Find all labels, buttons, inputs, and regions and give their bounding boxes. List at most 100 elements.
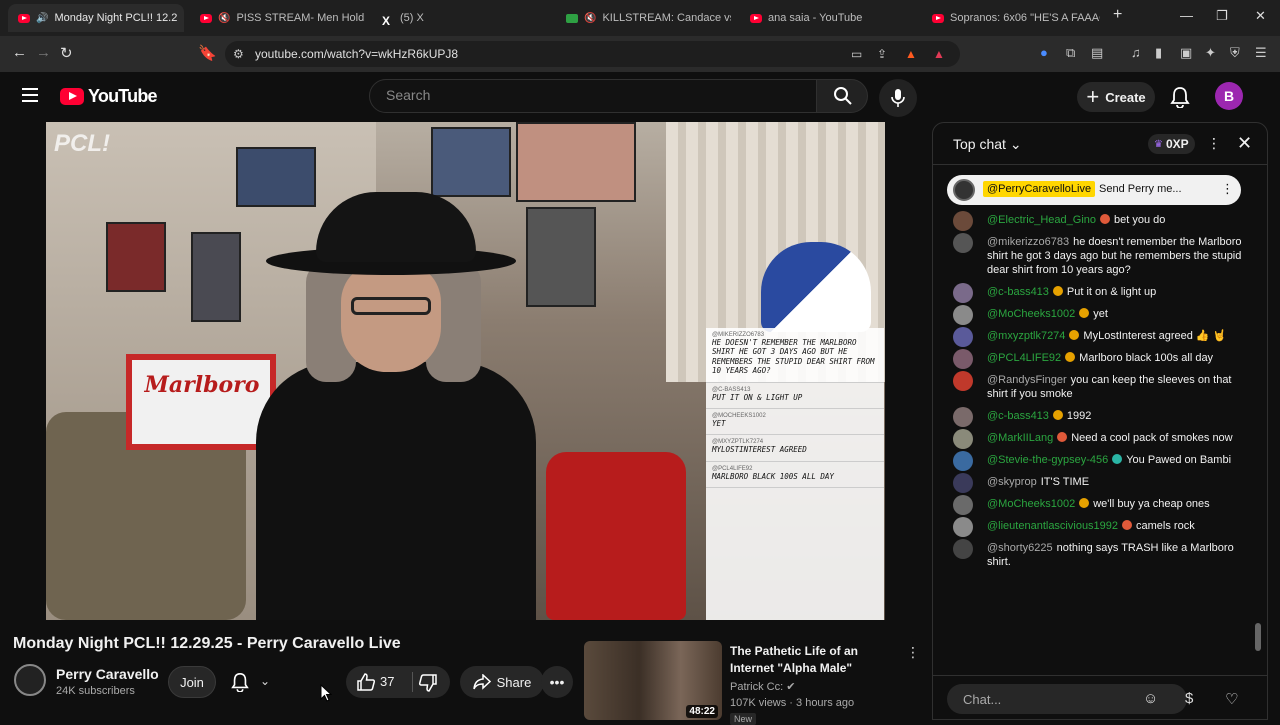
site-info-icon[interactable]: ⚙ [233,47,244,61]
new-tab-icon[interactable]: + [1113,6,1122,24]
chat-avatar[interactable] [953,517,973,537]
video-player[interactable]: Marlboro PCL! @MIKERIZZO6783 HE DOESN'T … [46,122,885,620]
chat-username[interactable]: @RandysFinger [987,374,1067,386]
chat-username[interactable]: @Electric_Head_Gino [987,214,1096,226]
more-vertical-icon[interactable]: ⋮ [906,644,920,661]
chat-avatar[interactable] [953,495,973,515]
overlay-text: PUT IT ON & LIGHT UP [712,392,803,402]
youtube-logo[interactable]: YouTube [60,86,158,107]
speaker-icon: 🔊 [36,12,49,24]
like-count: 37 [380,674,395,689]
share-page-icon[interactable]: ⇪ [877,47,887,61]
xp-badge[interactable]: ♛ 0XP [1148,134,1195,154]
search-button[interactable] [816,79,868,113]
tab-sopranos[interactable]: Sopranos: 6x06 "HE'S A FAAAG [922,4,1100,32]
url-text[interactable]: youtube.com/watch?v=wkHzR6kUPJ8 [255,47,458,61]
chat-username[interactable]: @mikerizzo6783 [987,236,1069,248]
chat-username[interactable]: @MoCheeks1002 [987,498,1075,510]
pinned-username: @PerryCaravelloLive [983,181,1096,197]
brave-rewards-icon[interactable]: ▲ [933,47,945,61]
chat-avatar[interactable] [953,451,973,471]
brave-shield-icon[interactable]: ▲ [905,47,917,61]
chat-avatar[interactable] [953,349,973,369]
chat-username[interactable]: @shorty6225 [987,542,1053,554]
chat-username[interactable]: @PCL4LIFE92 [987,352,1061,364]
pinned-more-icon[interactable]: ⋮ [1221,181,1234,197]
sidebar-icon[interactable]: ▮ [1155,45,1162,61]
menu-icon[interactable]: ☰ [1255,45,1267,61]
back-icon[interactable]: ← [12,44,27,61]
chat-avatar[interactable] [953,327,973,347]
channel-name[interactable]: Perry Caravello [56,666,159,682]
dislike-button[interactable] [418,673,438,693]
chat-username[interactable]: @mxyzptlk7274 [987,330,1065,342]
pinned-message[interactable]: @PerryCaravelloLive Send Perry me... ⋮ [947,175,1241,205]
tab-x[interactable]: X (5) X [372,4,547,32]
chat-avatar[interactable] [953,407,973,427]
reload-icon[interactable]: ↻ [60,44,73,62]
chat-mode-dropdown[interactable]: Top chat ⌄ [953,136,1022,153]
chat-username[interactable]: @lieutenantlascivious1992 [987,520,1118,532]
wallet-icon[interactable]: ▣ [1180,45,1192,61]
recommended-title[interactable]: The Pathetic Life of an Internet "Alpha … [730,643,900,677]
create-button[interactable]: + Create [1077,82,1155,112]
notifications-bell-icon[interactable] [1170,86,1190,108]
chevron-down-icon[interactable]: ⌄ [260,674,270,688]
chat-avatar[interactable] [953,233,973,253]
media-icon[interactable]: ♫ [1131,45,1141,60]
chat-avatar[interactable] [953,283,973,303]
extensions-icon[interactable]: ⧉ [1066,45,1075,61]
chat-username[interactable]: @MoCheeks1002 [987,308,1075,320]
tab-killstream[interactable]: 🔇 KILLSTREAM: Candace vs Al [556,4,731,32]
minimize-icon[interactable]: — [1180,8,1193,23]
x-logo-icon: X [382,13,391,28]
address-bar[interactable]: ⚙ youtube.com/watch?v=wkHzR6kUPJ8 ▭ ⇪ ▲ … [225,41,960,67]
chat-username[interactable]: @skyprop [987,476,1037,488]
bookmark-icon[interactable]: 🔖 [198,44,217,62]
wall-poster [431,127,511,197]
tab-piss-stream[interactable]: 🔇 PISS STREAM- Men Holding [190,4,365,32]
chat-avatar[interactable] [953,371,973,391]
close-window-icon[interactable]: ✕ [1255,8,1266,24]
chat-avatar[interactable] [953,473,973,493]
like-dislike-group: 37 [346,666,450,698]
chat-avatar[interactable] [953,305,973,325]
leo-ai-icon[interactable]: ✦ [1205,45,1216,61]
account-avatar[interactable]: B [1215,82,1243,110]
more-actions-button[interactable]: ••• [541,666,573,698]
recommended-thumbnail[interactable]: 48:22 [584,641,722,720]
extension-icon[interactable]: ● [1040,45,1048,60]
cast-icon[interactable]: ▭ [851,47,862,61]
chat-avatar[interactable] [953,539,973,559]
member-badge-icon [1112,454,1123,464]
channel-avatar[interactable] [14,664,46,696]
maximize-icon[interactable]: ❐ [1216,8,1228,24]
hamburger-menu-icon[interactable] [22,88,38,102]
chat-username[interactable]: @MarkIILang [987,432,1053,444]
super-chat-icon[interactable]: $ [1185,690,1193,707]
chat-username[interactable]: @Stevie-the-gypsey-456 [987,454,1108,466]
close-chat-icon[interactable]: ✕ [1237,133,1252,154]
share-button[interactable]: Share [460,666,544,698]
heart-icon[interactable]: ♡ [1225,690,1238,708]
chat-username[interactable]: @c-bass413 [987,410,1049,422]
forward-icon[interactable]: → [36,44,51,61]
emoji-icon[interactable]: ☺ [1143,690,1158,707]
chat-avatar[interactable] [953,211,973,231]
chat-avatar[interactable] [953,429,973,449]
vpn-icon[interactable]: ⛨ [1230,45,1240,61]
search-input[interactable] [386,87,786,103]
voice-search-button[interactable] [879,79,917,117]
like-button[interactable] [356,672,376,692]
subscribe-bell-icon[interactable] [230,672,250,692]
recommended-channel[interactable]: Patrick Cc: ✔ [730,680,795,693]
chat-scrollbar[interactable] [1255,623,1261,651]
chat-username[interactable]: @c-bass413 [987,286,1049,298]
chat-menu-icon[interactable]: ⋮ [1207,135,1221,152]
tab-ana-saia[interactable]: ana saia - YouTube [740,4,915,32]
chat-message: @PCL4LIFE92 Marlboro black 100s all day [953,349,1249,369]
tab-monday-night-pcl[interactable]: 🔊 Monday Night PCL!! 12.2 ✕ [8,4,184,32]
reading-list-icon[interactable]: ▤ [1091,45,1103,61]
join-button[interactable]: Join [168,666,216,698]
search-box[interactable] [369,79,817,113]
